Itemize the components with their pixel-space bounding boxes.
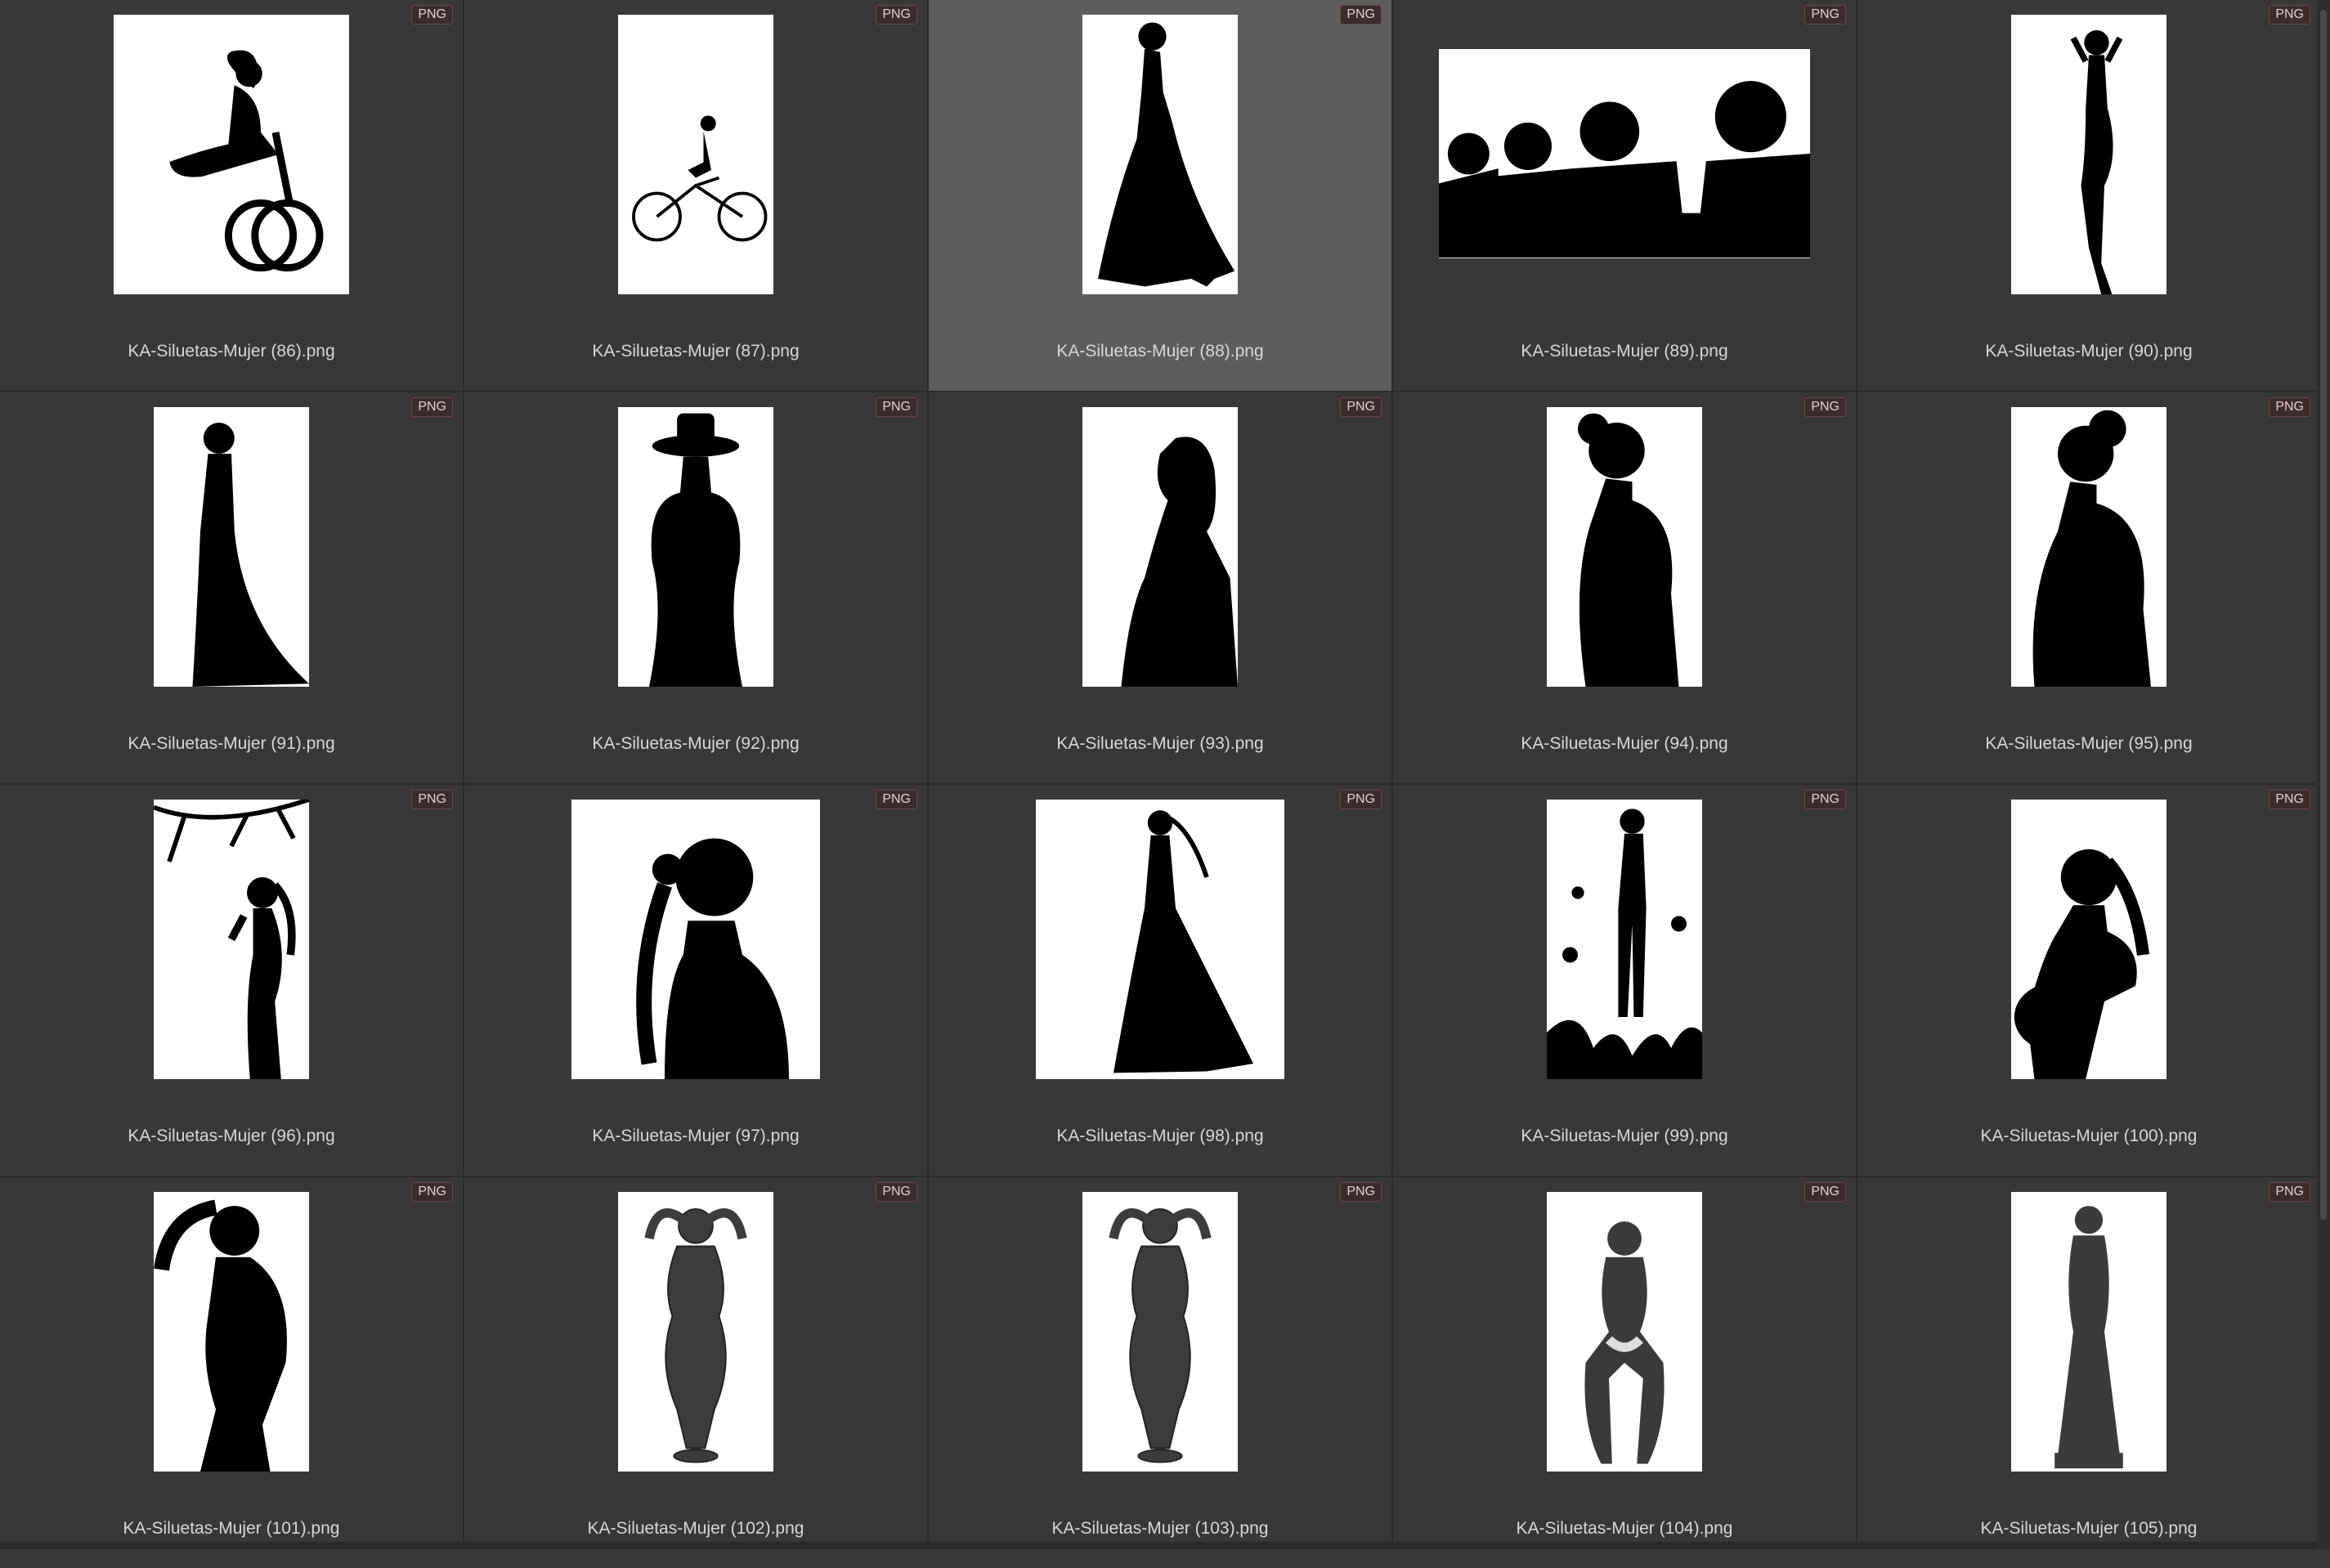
thumbnail-image[interactable]	[618, 407, 773, 687]
thumbnail-tile[interactable]: PNG KA-Siluetas-Mujer (103).png	[929, 1177, 1391, 1568]
thumbnail-image[interactable]	[1439, 49, 1810, 258]
file-name: KA-Siluetas-Mujer (86).png	[128, 342, 335, 361]
file-type-badge: PNG	[411, 5, 453, 25]
file-name: KA-Siluetas-Mujer (105).png	[1980, 1519, 2198, 1538]
thumbnail-tile[interactable]: PNG KA-Siluetas-Mujer (102).png	[464, 1177, 927, 1568]
thumbnail-image[interactable]	[1547, 800, 1702, 1079]
file-type-badge: PNG	[411, 790, 453, 809]
file-name: KA-Siluetas-Mujer (88).png	[1056, 342, 1264, 361]
thumbnail-tile[interactable]: PNG KA-Siluetas-Mujer (105).png	[1857, 1177, 2320, 1568]
status-strip	[0, 1542, 2317, 1549]
thumbnail-image[interactable]	[1082, 407, 1238, 687]
file-name: KA-Siluetas-Mujer (95).png	[1985, 734, 2193, 753]
thumbnail-image[interactable]	[2011, 407, 2166, 687]
file-name: KA-Siluetas-Mujer (100).png	[1980, 1127, 2198, 1145]
thumbnail-image[interactable]	[1082, 15, 1238, 294]
thumbnail-image[interactable]	[2011, 800, 2166, 1079]
file-name: KA-Siluetas-Mujer (92).png	[592, 734, 800, 753]
file-type-badge: PNG	[876, 5, 917, 25]
thumbnail-tile[interactable]: PNG KA-Siluetas-Mujer (94).png	[1393, 392, 1856, 783]
file-name: KA-Siluetas-Mujer (89).png	[1521, 342, 1728, 361]
file-type-badge: PNG	[1340, 1182, 1382, 1202]
thumbnail-tile[interactable]: PNG KA-Siluetas-Mujer (95).png	[1857, 392, 2320, 783]
thumbnail-image[interactable]	[1036, 800, 1284, 1079]
thumbnail-tile[interactable]: PNG KA-Siluetas-Mujer (96).png	[0, 785, 463, 1176]
file-type-badge: PNG	[876, 790, 917, 809]
thumbnail-tile[interactable]: PNG KA-Siluetas-Mujer (98).png	[929, 785, 1391, 1176]
file-name: KA-Siluetas-Mujer (90).png	[1985, 342, 2193, 361]
file-type-badge: PNG	[2269, 1182, 2310, 1202]
thumbnail-tile[interactable]: PNG KA-Siluetas-Mujer (89).png	[1393, 0, 1856, 391]
thumbnail-tile[interactable]: PNG KA-Siluetas-Mujer (90).png	[1857, 0, 2320, 391]
file-name: KA-Siluetas-Mujer (102).png	[587, 1519, 804, 1538]
thumbnail-tile[interactable]: PNG KA-Siluetas-Mujer (104).png	[1393, 1177, 1856, 1568]
file-name: KA-Siluetas-Mujer (101).png	[123, 1519, 340, 1538]
file-type-badge: PNG	[1340, 5, 1382, 25]
thumbnail-tile[interactable]: PNG KA-Siluetas-Mujer (86).png	[0, 0, 463, 391]
thumbnail-tile[interactable]: PNG KA-Siluetas-Mujer (92).png	[464, 392, 927, 783]
file-type-badge: PNG	[2269, 397, 2310, 417]
file-name: KA-Siluetas-Mujer (87).png	[592, 342, 800, 361]
vertical-scrollbar[interactable]	[2317, 0, 2330, 1549]
file-name: KA-Siluetas-Mujer (98).png	[1056, 1127, 1264, 1145]
file-type-badge: PNG	[411, 1182, 453, 1202]
file-name: KA-Siluetas-Mujer (99).png	[1521, 1127, 1728, 1145]
thumbnail-tile[interactable]: PNG KA-Siluetas-Mujer (101).png	[0, 1177, 463, 1568]
file-name: KA-Siluetas-Mujer (91).png	[128, 734, 335, 753]
thumbnail-image[interactable]	[1547, 407, 1702, 687]
file-name: KA-Siluetas-Mujer (104).png	[1516, 1519, 1733, 1538]
file-type-badge: PNG	[1804, 397, 1846, 417]
file-name: KA-Siluetas-Mujer (97).png	[592, 1127, 800, 1145]
file-type-badge: PNG	[876, 1182, 917, 1202]
thumbnail-image[interactable]	[2011, 1192, 2166, 1472]
thumbnail-tile[interactable]: PNG KA-Siluetas-Mujer (87).png	[464, 0, 927, 391]
thumbnail-tile[interactable]: PNG KA-Siluetas-Mujer (97).png	[464, 785, 927, 1176]
thumbnail-tile[interactable]: PNG KA-Siluetas-Mujer (93).png	[929, 392, 1391, 783]
thumbnail-image[interactable]	[1082, 1192, 1238, 1472]
scrollbar-thumb[interactable]	[2320, 10, 2327, 1220]
file-name: KA-Siluetas-Mujer (103).png	[1051, 1519, 1269, 1538]
thumbnail-image[interactable]	[618, 15, 773, 294]
thumbnail-tile[interactable]: PNG KA-Siluetas-Mujer (99).png	[1393, 785, 1856, 1176]
file-name: KA-Siluetas-Mujer (93).png	[1056, 734, 1264, 753]
file-type-badge: PNG	[1340, 397, 1382, 417]
thumbnail-image[interactable]	[154, 1192, 309, 1472]
file-type-badge: PNG	[2269, 5, 2310, 25]
thumbnail-image[interactable]	[154, 407, 309, 687]
file-type-badge: PNG	[2269, 790, 2310, 809]
thumbnail-tile[interactable]: PNG KA-Siluetas-Mujer (100).png	[1857, 785, 2320, 1176]
thumbnail-tile[interactable]: PNG KA-Siluetas-Mujer (91).png	[0, 392, 463, 783]
file-type-badge: PNG	[1340, 790, 1382, 809]
thumbnail-image[interactable]	[154, 800, 309, 1079]
thumbnail-tile[interactable]: PNG KA-Siluetas-Mujer (88).png	[929, 0, 1391, 391]
file-name: KA-Siluetas-Mujer (94).png	[1521, 734, 1728, 753]
thumbnail-image[interactable]	[571, 800, 820, 1079]
thumbnail-image[interactable]	[618, 1192, 773, 1472]
file-type-badge: PNG	[1804, 5, 1846, 25]
file-type-badge: PNG	[1804, 790, 1846, 809]
thumbnail-image[interactable]	[2011, 15, 2166, 294]
file-name: KA-Siluetas-Mujer (96).png	[128, 1127, 335, 1145]
file-type-badge: PNG	[876, 397, 917, 417]
thumbnail-grid: PNG KA-Siluetas-Mujer (86).png PNG KA-Silue…	[0, 0, 2320, 1568]
thumbnail-image[interactable]	[1547, 1192, 1702, 1472]
file-type-badge: PNG	[1804, 1182, 1846, 1202]
file-type-badge: PNG	[411, 397, 453, 417]
thumbnail-image[interactable]	[114, 15, 349, 294]
